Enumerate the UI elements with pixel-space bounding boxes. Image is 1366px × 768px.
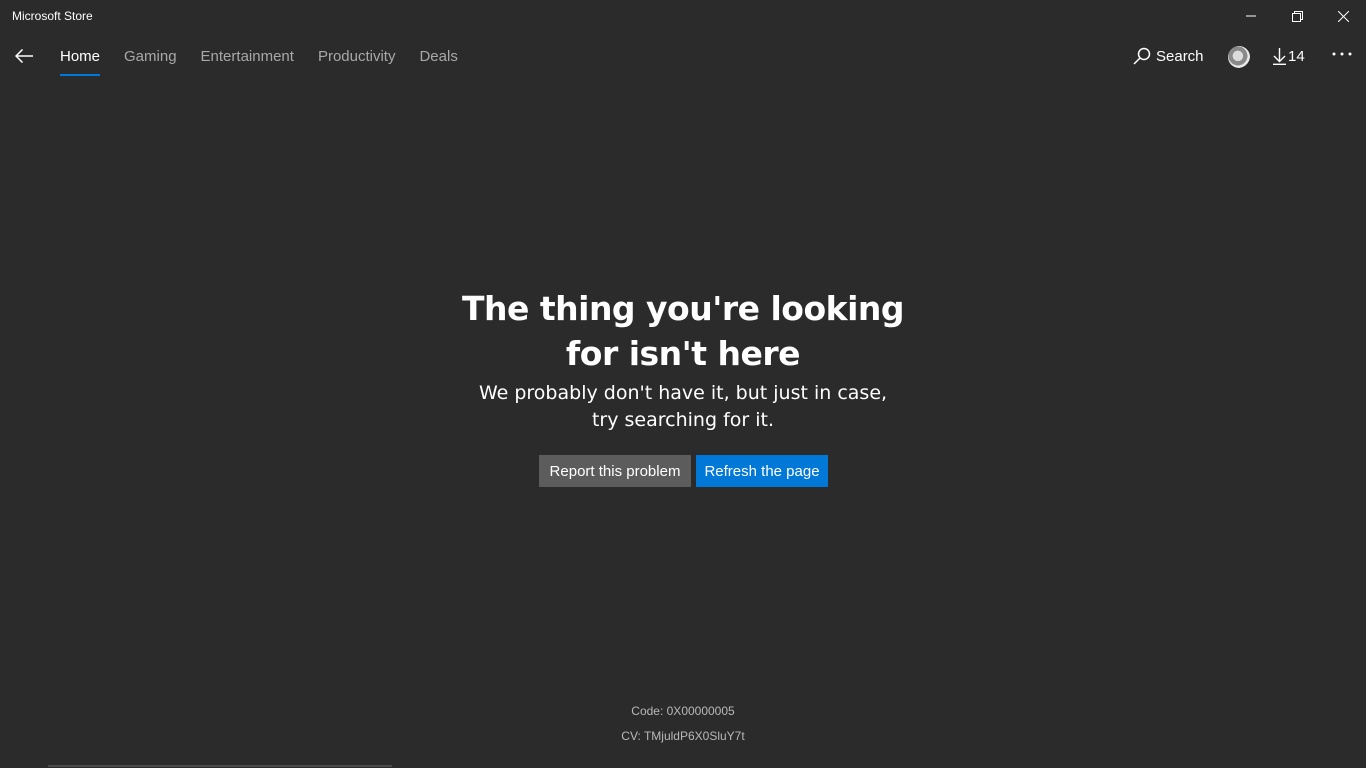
tab-entertainment[interactable]: Entertainment — [201, 32, 294, 80]
error-subtext: We probably don't have it, but just in c… — [478, 382, 888, 431]
scrollbar-track[interactable] — [48, 765, 392, 767]
refresh-page-button[interactable]: Refresh the page — [696, 455, 828, 487]
tab-home[interactable]: Home — [60, 32, 101, 80]
search-button[interactable]: Search — [1133, 32, 1204, 80]
app-title: Microsoft Store — [12, 9, 93, 23]
title-bar: Microsoft Store — [0, 0, 1366, 32]
action-buttons: Report this problem Refresh the page — [539, 455, 828, 487]
minimize-icon — [1246, 15, 1256, 17]
error-heading: The thing you're looking for isn't here — [461, 289, 905, 373]
more-ellipsis-icon — [1332, 52, 1352, 56]
restore-icon — [1291, 10, 1303, 22]
report-problem-button[interactable]: Report this problem — [539, 455, 691, 487]
download-icon — [1273, 47, 1286, 65]
search-icon — [1133, 47, 1151, 65]
nav-bar: Home Gaming Entertainment Productivity D… — [0, 32, 1366, 80]
error-code: Code: 0X00000005 — [631, 704, 735, 718]
correlation-vector: CV: TMjuldP6X0SluY7t — [621, 729, 745, 743]
account-avatar[interactable] — [1228, 46, 1250, 68]
window-controls — [1228, 0, 1366, 32]
back-arrow-icon — [15, 49, 33, 63]
close-button[interactable] — [1320, 0, 1366, 32]
restore-button[interactable] — [1274, 0, 1320, 32]
downloads-count: 14 — [1288, 47, 1305, 65]
tab-gaming[interactable]: Gaming — [124, 32, 177, 80]
tab-productivity[interactable]: Productivity — [318, 32, 396, 80]
back-button[interactable] — [10, 42, 38, 70]
search-label: Search — [1156, 47, 1204, 65]
store-window: Microsoft Store Home Gaming Entertainmen… — [0, 0, 1366, 768]
downloads-button[interactable]: 14 — [1273, 32, 1305, 80]
more-button[interactable] — [1328, 44, 1356, 64]
minimize-button[interactable] — [1228, 0, 1274, 32]
nav-tabs: Home Gaming Entertainment Productivity D… — [60, 32, 482, 80]
tab-deals[interactable]: Deals — [419, 32, 457, 80]
close-icon — [1337, 10, 1349, 22]
error-message: The thing you're looking for isn't here … — [0, 286, 1366, 434]
